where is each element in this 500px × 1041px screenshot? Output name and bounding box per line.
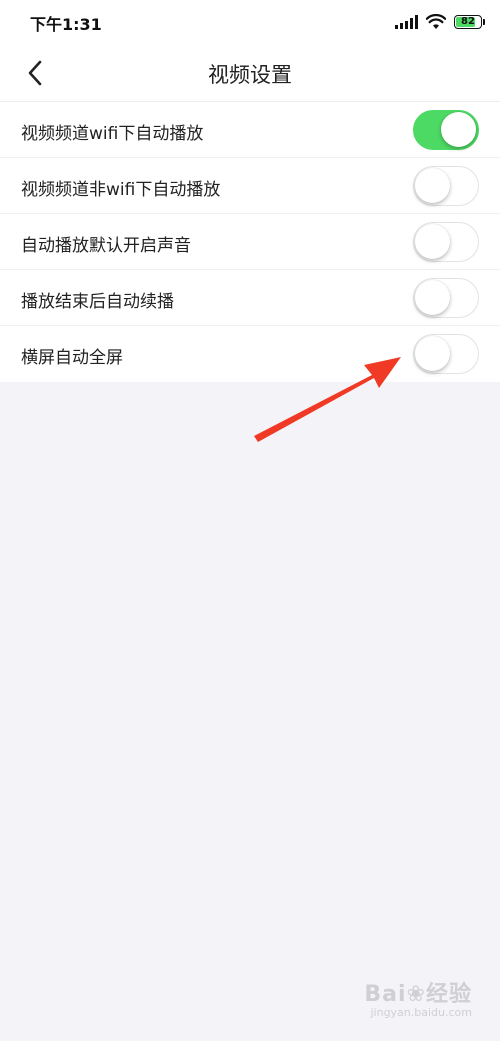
signal-icon (395, 15, 418, 29)
settings-list: 视频频道wifi下自动播放 视频频道非wifi下自动播放 自动播放默认开启声音 … (0, 102, 500, 382)
watermark-logo: Bai❀经验 (364, 982, 472, 1007)
status-time: 下午1:31 (30, 15, 102, 34)
setting-label: 横屏自动全屏 (21, 348, 123, 368)
nav-bar: 视频设置 (0, 44, 500, 102)
wifi-icon (426, 14, 446, 30)
toggle-knob (441, 112, 476, 147)
paw-icon: ❀ (406, 982, 426, 1007)
toggle-knob (415, 168, 450, 203)
toggle-knob (415, 336, 450, 371)
setting-row-landscape-fullscreen: 横屏自动全屏 (0, 326, 500, 382)
setting-row-auto-continue: 播放结束后自动续播 (0, 270, 500, 326)
setting-label: 播放结束后自动续播 (21, 292, 174, 312)
toggle-knob (415, 224, 450, 259)
toggle-landscape-fullscreen[interactable] (413, 334, 479, 374)
status-icons: 82 (395, 12, 485, 32)
setting-label: 自动播放默认开启声音 (21, 236, 191, 256)
toggle-wifi-autoplay[interactable] (413, 110, 479, 150)
setting-row-autoplay-sound: 自动播放默认开启声音 (0, 214, 500, 270)
watermark-url: jingyan.baidu.com (370, 1006, 472, 1019)
status-bar: 下午1:31 82 (0, 0, 500, 44)
toggle-knob (415, 280, 450, 315)
watermark: Bai❀经验 jingyan.baidu.com (364, 976, 472, 1019)
setting-label: 视频频道非wifi下自动播放 (21, 180, 221, 200)
setting-row-non-wifi-autoplay: 视频频道非wifi下自动播放 (0, 158, 500, 214)
page-title: 视频设置 (208, 63, 292, 87)
toggle-auto-continue[interactable] (413, 278, 479, 318)
toggle-autoplay-sound[interactable] (413, 222, 479, 262)
setting-label: 视频频道wifi下自动播放 (21, 124, 204, 144)
battery-percentage: 82 (461, 16, 475, 27)
toggle-non-wifi-autoplay[interactable] (413, 166, 479, 206)
setting-row-wifi-autoplay: 视频频道wifi下自动播放 (0, 102, 500, 158)
battery-icon: 82 (454, 15, 485, 29)
